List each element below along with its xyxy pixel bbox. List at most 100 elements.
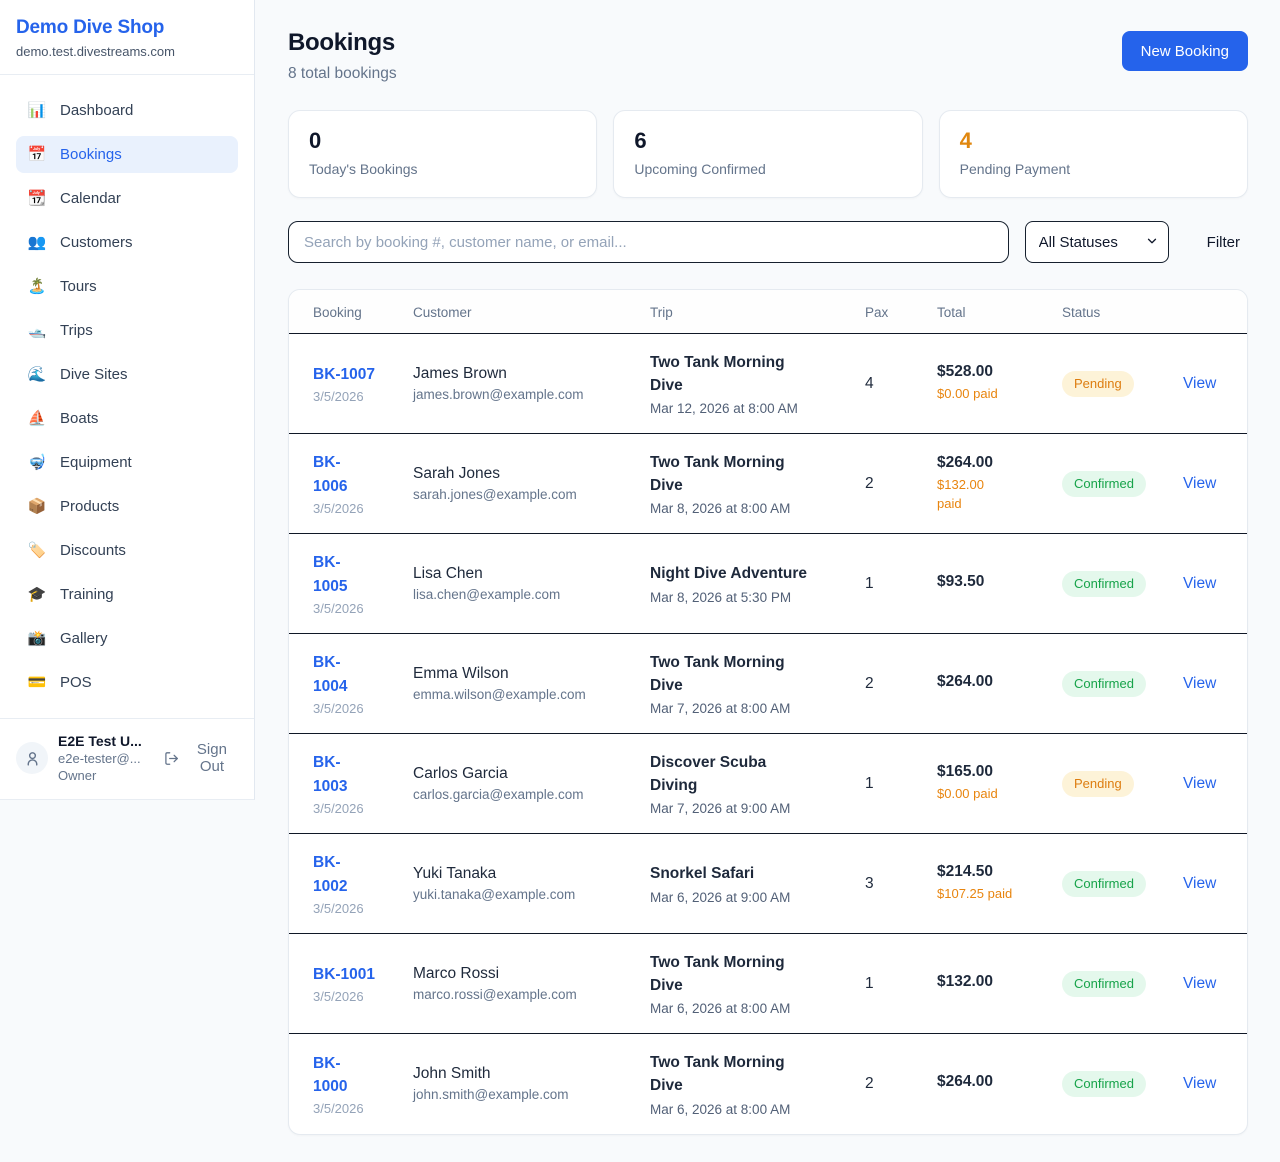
trip-datetime: Mar 7, 2026 at 9:00 AM xyxy=(650,801,841,816)
sidebar-item-discounts[interactable]: 🏷️ Discounts xyxy=(16,532,238,569)
customer-name: Carlos Garcia xyxy=(413,765,626,783)
pos-icon: 💳 xyxy=(27,675,47,690)
sidebar-item-dashboard[interactable]: 📊 Dashboard xyxy=(16,92,238,129)
brand-name[interactable]: Demo Dive Shop xyxy=(16,17,238,39)
pax-count: 1 xyxy=(865,775,874,792)
pax-count: 4 xyxy=(865,375,874,392)
equipment-icon: 🤿 xyxy=(27,455,47,470)
table-row: BK- 1004 3/5/2026 Emma Wilson emma.wilso… xyxy=(289,634,1248,734)
trip-name: Two Tank Morning Dive xyxy=(650,451,841,498)
booking-id-link[interactable]: BK- 1003 xyxy=(313,751,347,798)
search-input[interactable] xyxy=(288,221,1009,263)
col-header-customer: Customer xyxy=(401,290,638,334)
stat-card-pending-payment: 4 Pending Payment xyxy=(939,110,1248,198)
sidebar-item-label: Training xyxy=(60,586,114,603)
view-link[interactable]: View xyxy=(1183,575,1216,592)
trip-datetime: Mar 6, 2026 at 9:00 AM xyxy=(650,890,841,905)
booking-id-link[interactable]: BK- 1000 xyxy=(313,1052,347,1099)
stats-row: 0 Today's Bookings 6 Upcoming Confirmed … xyxy=(288,110,1248,198)
view-link[interactable]: View xyxy=(1183,775,1216,792)
sign-out-label: Sign Out xyxy=(186,741,238,775)
trips-icon: 🛥️ xyxy=(27,323,47,338)
booking-id-link[interactable]: BK- 1004 xyxy=(313,651,347,698)
customer-name: Sarah Jones xyxy=(413,465,626,483)
booking-id-link[interactable]: BK-1001 xyxy=(313,963,375,986)
sidebar-item-calendar[interactable]: 📆 Calendar xyxy=(16,180,238,217)
view-link[interactable]: View xyxy=(1183,1075,1216,1092)
page-header: Bookings 8 total bookings New Booking xyxy=(288,29,1248,83)
customer-name: Emma Wilson xyxy=(413,665,626,683)
pax-count: 3 xyxy=(865,875,874,892)
total-amount: $165.00 xyxy=(937,763,1038,781)
new-booking-button[interactable]: New Booking xyxy=(1122,31,1248,71)
sidebar-item-dive-sites[interactable]: 🌊 Dive Sites xyxy=(16,356,238,393)
view-link[interactable]: View xyxy=(1183,975,1216,992)
sidebar-item-equipment[interactable]: 🤿 Equipment xyxy=(16,444,238,481)
customers-icon: 👥 xyxy=(27,235,47,250)
sidebar-item-label: POS xyxy=(60,674,92,691)
table-header-row: Booking Customer Trip Pax Total Status xyxy=(289,290,1248,334)
sidebar-item-bookings[interactable]: 📅 Bookings xyxy=(16,136,238,173)
training-icon: 🎓 xyxy=(27,587,47,602)
filter-button[interactable]: Filter xyxy=(1199,234,1248,251)
stat-label: Upcoming Confirmed xyxy=(634,161,901,177)
user-info: E2E Test U... e2e-tester@... Owner xyxy=(58,733,154,783)
col-header-actions xyxy=(1171,290,1248,334)
bookings-table-card: Booking Customer Trip Pax Total Status B… xyxy=(288,289,1248,1135)
trip-datetime: Mar 12, 2026 at 8:00 AM xyxy=(650,401,841,416)
sidebar-item-training[interactable]: 🎓 Training xyxy=(16,576,238,613)
stat-value: 4 xyxy=(960,128,1227,154)
customer-name: Yuki Tanaka xyxy=(413,865,626,883)
col-header-total: Total xyxy=(925,290,1050,334)
sidebar-item-gallery[interactable]: 📸 Gallery xyxy=(16,620,238,657)
status-badge: Confirmed xyxy=(1062,1071,1146,1097)
total-amount: $132.00 xyxy=(937,973,1038,991)
trip-datetime: Mar 8, 2026 at 8:00 AM xyxy=(650,501,841,516)
col-header-booking: Booking xyxy=(289,290,401,334)
pax-count: 2 xyxy=(865,1075,874,1092)
sign-out-button[interactable]: Sign Out xyxy=(164,741,238,775)
booking-id-link[interactable]: BK- 1005 xyxy=(313,551,347,598)
paid-amount: $0.00 paid xyxy=(937,785,1038,804)
status-badge: Pending xyxy=(1062,371,1134,397)
trip-datetime: Mar 6, 2026 at 8:00 AM xyxy=(650,1001,841,1016)
booking-id-link[interactable]: BK- 1006 xyxy=(313,451,347,498)
view-link[interactable]: View xyxy=(1183,375,1216,392)
table-row: BK- 1003 3/5/2026 Carlos Garcia carlos.g… xyxy=(289,734,1248,834)
booking-date: 3/5/2026 xyxy=(313,389,389,404)
discounts-icon: 🏷️ xyxy=(27,543,47,558)
sidebar-item-customers[interactable]: 👥 Customers xyxy=(16,224,238,261)
sidebar-item-tours[interactable]: 🏝️ Tours xyxy=(16,268,238,305)
customer-name: James Brown xyxy=(413,365,626,383)
status-badge: Confirmed xyxy=(1062,671,1146,697)
sidebar-item-products[interactable]: 📦 Products xyxy=(16,488,238,525)
dive-sites-icon: 🌊 xyxy=(27,367,47,382)
status-select-wrap: All Statuses xyxy=(1025,221,1169,263)
customer-email: carlos.garcia@example.com xyxy=(413,787,626,802)
dashboard-icon: 📊 xyxy=(27,103,47,118)
view-link[interactable]: View xyxy=(1183,675,1216,692)
booking-id-link[interactable]: BK- 1002 xyxy=(313,851,347,898)
boats-icon: ⛵ xyxy=(27,411,47,426)
trip-datetime: Mar 7, 2026 at 8:00 AM xyxy=(650,701,841,716)
view-link[interactable]: View xyxy=(1183,475,1216,492)
page-title: Bookings xyxy=(288,29,397,57)
sidebar-item-pos[interactable]: 💳 POS xyxy=(16,664,238,701)
sidebar-item-label: Bookings xyxy=(60,146,122,163)
trip-name: Two Tank Morning Dive xyxy=(650,651,841,698)
main-content: Bookings 8 total bookings New Booking 0 … xyxy=(256,0,1280,1135)
user-name: E2E Test U... xyxy=(58,733,154,749)
status-select[interactable]: All Statuses xyxy=(1025,221,1169,263)
sign-out-icon xyxy=(164,750,179,767)
stat-card-todays-bookings: 0 Today's Bookings xyxy=(288,110,597,198)
sidebar-item-trips[interactable]: 🛥️ Trips xyxy=(16,312,238,349)
booking-id-link[interactable]: BK-1007 xyxy=(313,363,375,386)
sidebar-item-boats[interactable]: ⛵ Boats xyxy=(16,400,238,437)
table-row: BK- 1006 3/5/2026 Sarah Jones sarah.jone… xyxy=(289,434,1248,534)
pax-count: 1 xyxy=(865,975,874,992)
sidebar-item-label: Boats xyxy=(60,410,98,427)
view-link[interactable]: View xyxy=(1183,875,1216,892)
table-row: BK- 1005 3/5/2026 Lisa Chen lisa.chen@ex… xyxy=(289,534,1248,634)
pax-count: 2 xyxy=(865,675,874,692)
bookings-icon: 📅 xyxy=(27,147,47,162)
